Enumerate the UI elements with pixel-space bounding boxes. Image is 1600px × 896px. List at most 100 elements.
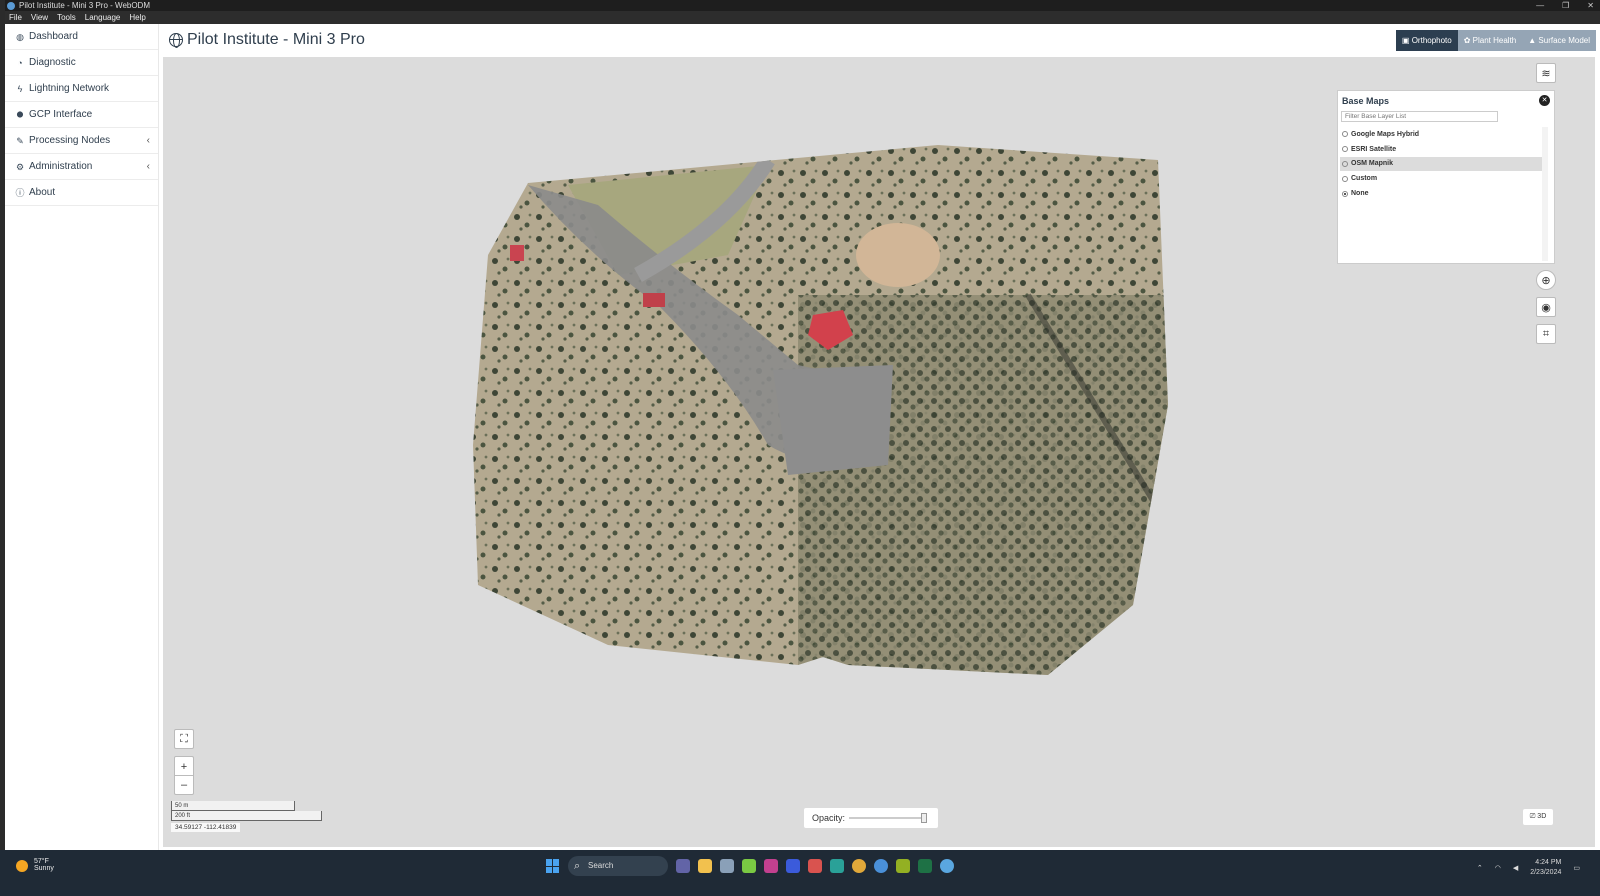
menu-file[interactable]: File [9,11,22,24]
fullscreen-button[interactable]: ⛶ [174,729,194,749]
tab-plant-health[interactable]: ✿ Plant Health [1457,30,1523,51]
tab-label: Plant Health [1472,36,1517,45]
chat-app-icon[interactable] [676,859,690,873]
sidebar-item-gcp-interface[interactable]: ⬤ GCP Interface [5,102,158,128]
qgis-icon[interactable] [896,859,910,873]
minimize-button[interactable]: — [1536,0,1544,11]
windows-taskbar: 57°F Sunny Search ⌃ ◠ ◀ 4:24 PM 2/23/202… [0,850,1600,896]
notification-icon[interactable]: ▭ [1573,864,1580,872]
base-maps-panel: Base Maps ✕ Google Maps Hybrid ESRI Sate… [1337,90,1555,264]
radio-icon[interactable] [1342,190,1348,197]
chrome-icon[interactable] [852,859,866,873]
chevron-up-icon[interactable]: ⌃ [1477,864,1483,872]
zoom-in-button[interactable]: + [174,756,194,776]
base-map-list: Google Maps Hybrid ESRI Satellite OSM Ma… [1340,127,1542,201]
weather-widget[interactable]: 57°F Sunny [16,858,54,872]
weather-condition: Sunny [34,865,54,872]
menu-help[interactable]: Help [129,11,145,24]
layers-button[interactable]: ≋ [1536,63,1556,83]
file-explorer-icon[interactable] [698,859,712,873]
sidebar-item-dashboard[interactable]: ◍ Dashboard [5,24,158,50]
crop-button[interactable]: ⌗ [1536,324,1556,344]
option-label: None [1351,190,1369,198]
window-title-bar: Pilot Institute - Mini 3 Pro - WebODM — … [5,0,1600,11]
add-layer-button[interactable]: ⊕ [1536,270,1556,290]
share-app-icon[interactable] [830,859,844,873]
webodm-app-icon[interactable] [874,859,888,873]
radio-icon[interactable] [1342,146,1348,153]
sidebar-item-diagnostic[interactable]: ◔ Diagnostic [5,50,158,76]
globe-app-icon[interactable] [940,859,954,873]
tab-surface-model[interactable]: ▲ Surface Model [1522,30,1596,51]
green-app-icon[interactable] [742,859,756,873]
sidebar-item-administration[interactable]: ⚙ Administration ‹ [5,154,158,180]
zoom-out-button[interactable]: – [174,775,194,795]
tab-label: Orthophoto [1411,36,1452,45]
maximize-button[interactable]: ❐ [1562,0,1569,11]
base-layer-filter-input[interactable] [1341,111,1498,122]
eye-icon: ◉ [1541,301,1551,314]
cogs-icon: ⚙ [15,161,25,172]
windows-start-icon[interactable] [546,859,560,873]
wifi-icon[interactable]: ◠ [1495,864,1501,872]
sidebar-item-lightning-network[interactable]: ϟ Lightning Network [5,76,158,102]
sidebar-item-label: Processing Nodes [29,134,111,146]
radio-icon[interactable] [1342,160,1348,167]
base-maps-title: Base Maps [1342,96,1390,106]
app-icon [7,1,15,10]
pie-chart-icon: ◔ [17,57,23,68]
orthophoto-image [473,145,1168,675]
radio-icon[interactable] [1342,175,1348,182]
scale-metric: 50 m [171,801,295,811]
crop-icon: ⌗ [1542,327,1550,340]
page-title-text: Pilot Institute - Mini 3 Pro [187,31,365,48]
clock[interactable]: 4:24 PM 2/23/2024 [1530,858,1561,878]
option-label: ESRI Satellite [1351,145,1397,153]
view-toggle-button[interactable]: ◉ [1536,297,1556,317]
slack-app-icon[interactable] [764,859,778,873]
base-map-option[interactable]: Google Maps Hybrid [1340,127,1542,142]
base-map-scrollbar[interactable] [1542,127,1548,261]
red-app-icon[interactable] [808,859,822,873]
option-label: OSM Mapnik [1351,160,1394,168]
page-title: Pilot Institute - Mini 3 Pro [169,31,365,49]
info-icon: ⓘ [15,187,25,198]
coordinates-readout: 34.59127 -112.41839 [171,823,241,832]
excel-icon[interactable] [918,859,932,873]
map-marker-icon: ⬤ [16,111,24,118]
base-map-option[interactable]: Custom [1340,171,1542,186]
menu-language[interactable]: Language [85,11,121,24]
zoom-app-icon[interactable] [786,859,800,873]
view-3d-label: 3D [1537,813,1547,820]
sidebar-item-processing-nodes[interactable]: ✎ Processing Nodes ‹ [5,128,158,154]
view-3d-button[interactable]: ⎚ 3D [1523,809,1553,825]
base-map-option[interactable]: None [1340,186,1542,201]
option-label: Custom [1351,175,1378,183]
close-window-button[interactable]: ✕ [1587,0,1594,11]
base-map-option[interactable]: OSM Mapnik [1340,156,1542,172]
radio-icon[interactable] [1342,131,1348,138]
tab-orthophoto[interactable]: ▣ Orthophoto [1395,30,1458,51]
clock-time: 4:24 PM [1535,859,1562,866]
scale-imperial: 200 ft [171,811,322,821]
taskbar-search[interactable]: Search [568,856,668,876]
sidebar-item-label: Administration [29,160,93,172]
chevron-left-icon[interactable]: ‹ [147,154,150,180]
opacity-slider[interactable] [849,813,928,823]
opacity-slider-handle[interactable] [921,813,928,823]
settings-app-icon[interactable] [720,859,734,873]
base-map-option[interactable]: ESRI Satellite [1340,142,1542,157]
expand-icon: ⛶ [180,732,188,745]
volume-icon[interactable]: ◀ [1513,864,1518,872]
menu-tools[interactable]: Tools [57,11,76,24]
chevron-left-icon[interactable]: ‹ [147,128,150,154]
sidebar-item-about[interactable]: ⓘ About [5,180,158,206]
menu-view[interactable]: View [31,11,48,24]
zoom-out-label: – [180,779,188,791]
sidebar-item-label: Diagnostic [29,56,76,68]
close-icon[interactable]: ✕ [1539,95,1550,106]
opacity-control: Opacity: [804,808,938,828]
map-view[interactable]: ≋ Base Maps ✕ Google Maps Hybrid ESRI Sa… [163,57,1595,847]
bolt-icon: ϟ [17,83,23,94]
layer-tabs: ▣ Orthophoto ✿ Plant Health ▲ Surface Mo… [1395,30,1596,51]
